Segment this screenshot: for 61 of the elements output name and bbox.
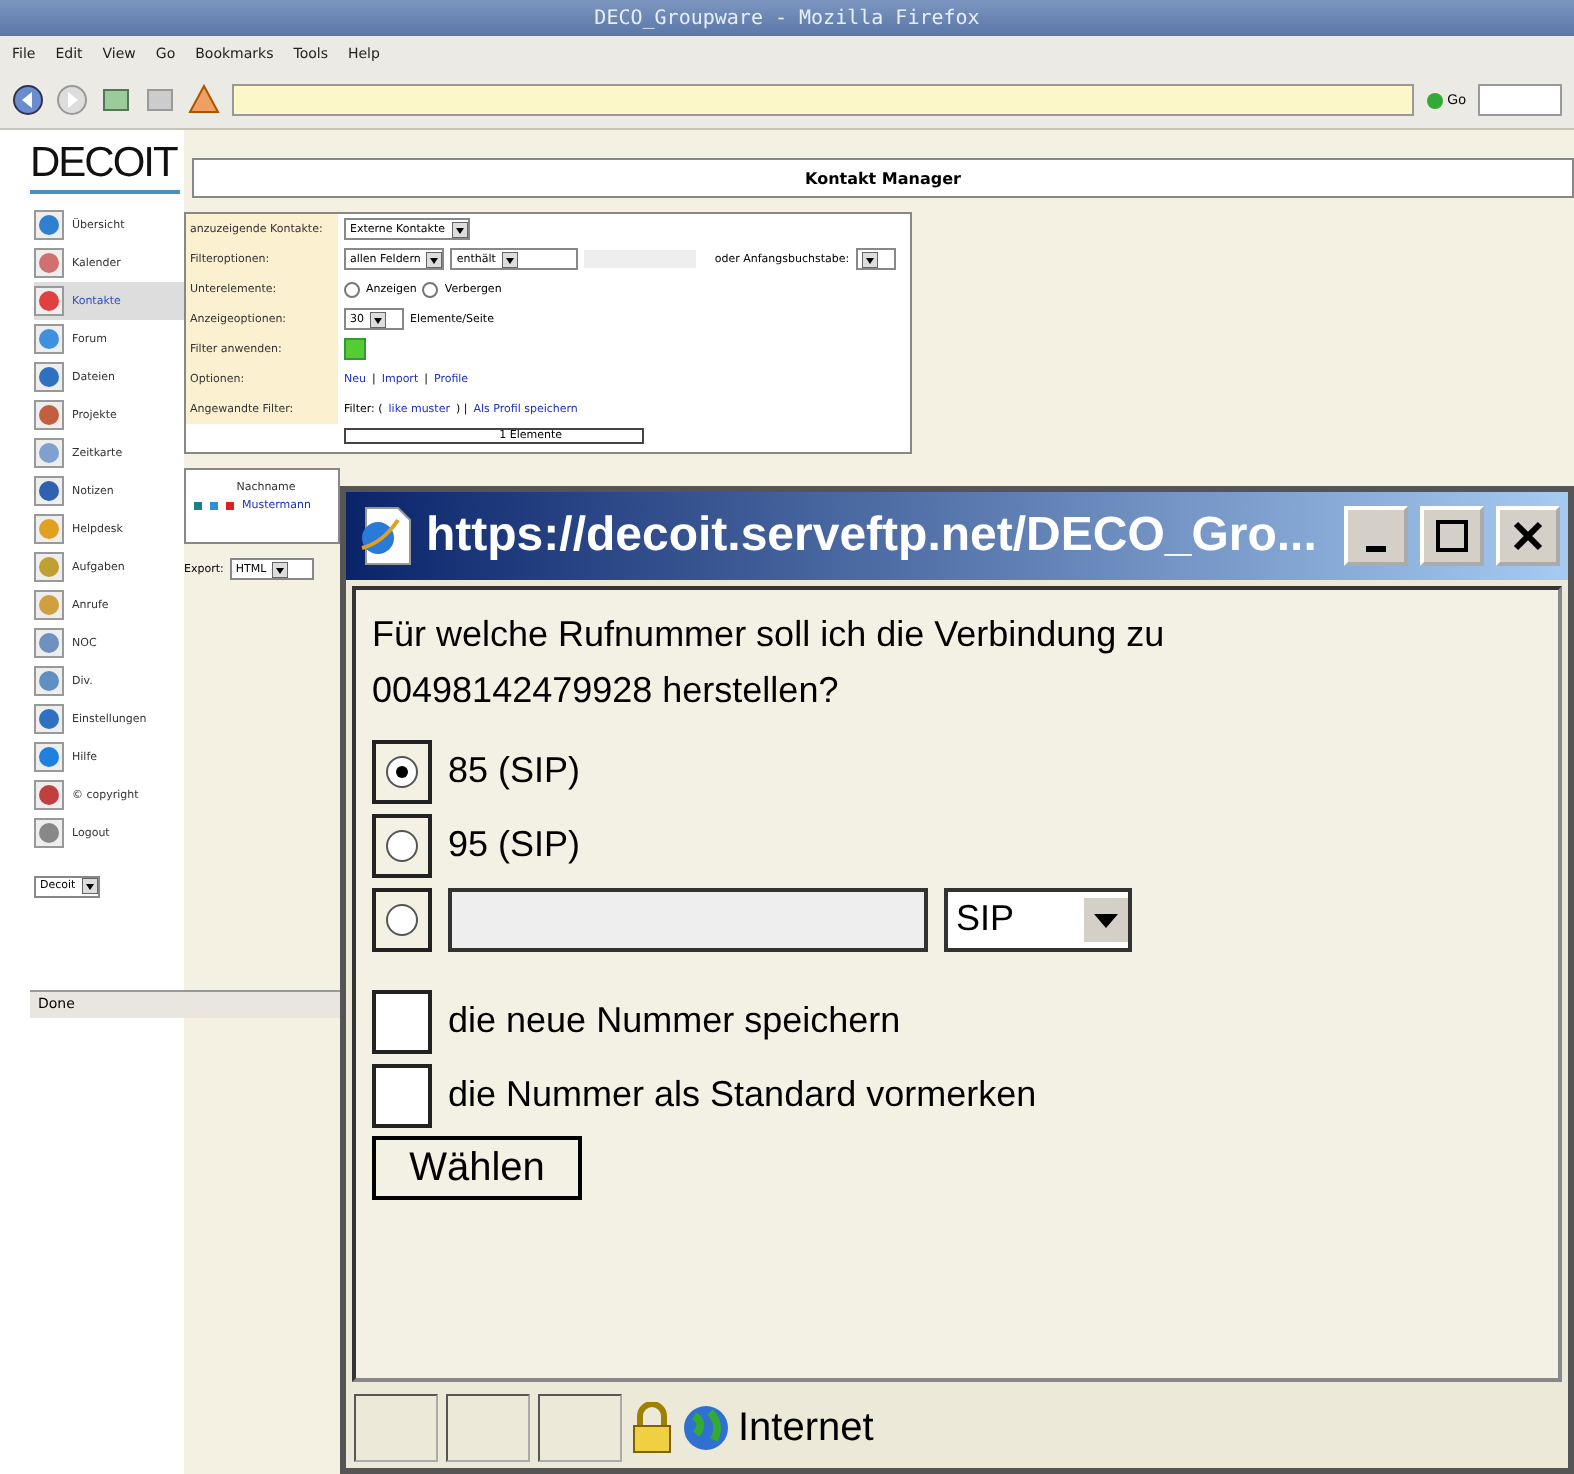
radio-button[interactable] (422, 281, 439, 297)
app-icon[interactable] (34, 628, 64, 658)
page-header: Kontakt Manager (192, 158, 1574, 198)
app-icon[interactable] (34, 704, 64, 734)
maximize-icon (1434, 518, 1470, 554)
choose-button[interactable]: Wählen (372, 1136, 582, 1200)
lock-icon (630, 1402, 674, 1454)
app-icon[interactable] (34, 476, 64, 506)
dropdown-arrow-icon[interactable] (426, 251, 443, 267)
close-icon (1512, 520, 1544, 552)
app-icon[interactable] (34, 362, 64, 392)
question-text: Für welche Rufnummer soll ich die Verbindung zu 00498142479928 herstellen? (372, 612, 1167, 714)
logo: DECOIT (30, 138, 181, 194)
minimize-icon (1366, 545, 1386, 551)
app-icon[interactable] (34, 590, 64, 620)
maximize-button[interactable] (1420, 506, 1484, 566)
app-icon[interactable] (34, 210, 64, 240)
app-icon[interactable] (34, 438, 64, 468)
checkbox-label: die neue Nummer speichern (448, 1000, 901, 1042)
status-pane (538, 1394, 622, 1462)
protocol-select[interactable]: SIP (944, 887, 1132, 951)
home-icon[interactable] (188, 84, 220, 116)
radio-button[interactable] (386, 829, 418, 861)
select-field[interactable] (855, 248, 896, 270)
radio-button[interactable] (386, 903, 418, 935)
dropdown-arrow-icon[interactable] (861, 251, 878, 267)
app-icon[interactable] (34, 514, 64, 544)
close-button[interactable] (1496, 506, 1560, 566)
radio-button[interactable] (344, 281, 360, 297)
globe-icon (682, 1404, 730, 1452)
option-label: 95 (SIP) (448, 824, 581, 866)
zone-text: Internet (738, 1405, 874, 1451)
option-label: 85 (SIP) (448, 750, 581, 792)
popup-title: https://decoit.serveftp.net/DECO_Gro... (426, 508, 1319, 564)
checkbox[interactable] (372, 989, 432, 1053)
dropdown-arrow-icon[interactable] (501, 251, 518, 267)
app-icon[interactable] (34, 666, 64, 696)
radio-button[interactable] (386, 755, 418, 787)
app-icon[interactable] (34, 818, 64, 848)
app-icon[interactable] (34, 286, 64, 316)
checkbox-label: die Nummer als Standard vormerken (448, 1074, 1037, 1116)
dropdown-arrow-icon[interactable] (370, 311, 386, 327)
app-icon[interactable] (34, 248, 64, 278)
back-icon[interactable] (12, 84, 44, 116)
forward-icon[interactable] (56, 84, 88, 116)
address-field[interactable] (232, 84, 1414, 116)
app-icon[interactable] (34, 780, 64, 810)
dropdown-arrow-icon[interactable] (272, 561, 289, 577)
checkbox[interactable] (372, 1063, 432, 1127)
window-title: DECO_Groupware - Mozilla Firefox (0, 0, 1574, 36)
number-field[interactable] (448, 887, 928, 951)
dropdown-arrow-icon[interactable] (81, 878, 98, 894)
status-pane (446, 1394, 530, 1462)
app-icon[interactable] (34, 742, 64, 772)
app-icon[interactable] (34, 400, 64, 430)
minimize-button[interactable] (1344, 506, 1408, 566)
app-icon[interactable] (34, 324, 64, 354)
dropdown-arrow-icon[interactable] (451, 221, 467, 237)
search-field[interactable] (1478, 84, 1562, 116)
status-pane (354, 1394, 438, 1462)
app-icon[interactable] (34, 552, 64, 582)
